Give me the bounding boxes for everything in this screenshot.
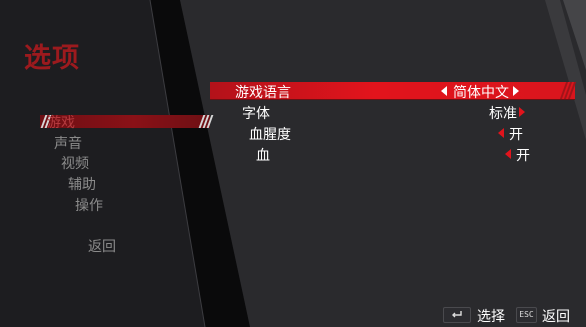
option-value-blood[interactable]: 开 <box>516 145 530 165</box>
option-highlight-stripes <box>559 82 577 99</box>
arrow-left-icon[interactable] <box>441 86 447 96</box>
option-value-game-language[interactable]: 简体中文 <box>453 82 509 102</box>
option-label-gore-level: 血腥度 <box>249 127 291 143</box>
esc-key-icon: ESC <box>516 307 537 323</box>
menu-highlight-stripes-right <box>198 115 214 128</box>
select-hint-label: 选择 <box>477 309 505 325</box>
option-label-game-language: 游戏语言 <box>235 85 291 101</box>
menu-item-game[interactable]: 游戏 <box>47 112 75 132</box>
arrow-right-icon[interactable] <box>519 107 525 117</box>
option-value-gore-level[interactable]: 开 <box>509 124 523 144</box>
menu-item-controls[interactable]: 操作 <box>75 195 103 215</box>
menu-back-button[interactable]: 返回 <box>88 236 116 256</box>
back-hint-label[interactable]: 返回 <box>542 306 570 326</box>
page-title: 选项 <box>24 43 80 74</box>
arrow-left-icon[interactable] <box>498 128 504 138</box>
option-label-font: 字体 <box>242 106 270 122</box>
menu-item-sound[interactable]: 声音 <box>54 133 82 153</box>
arrow-left-icon[interactable] <box>505 149 511 159</box>
menu-item-video[interactable]: 视频 <box>61 153 89 173</box>
option-value-font[interactable]: 标准 <box>489 103 517 123</box>
arrow-right-icon[interactable] <box>513 86 519 96</box>
menu-item-accessibility[interactable]: 辅助 <box>68 174 96 194</box>
enter-key-icon <box>443 307 471 323</box>
option-label-blood: 血 <box>256 148 270 164</box>
